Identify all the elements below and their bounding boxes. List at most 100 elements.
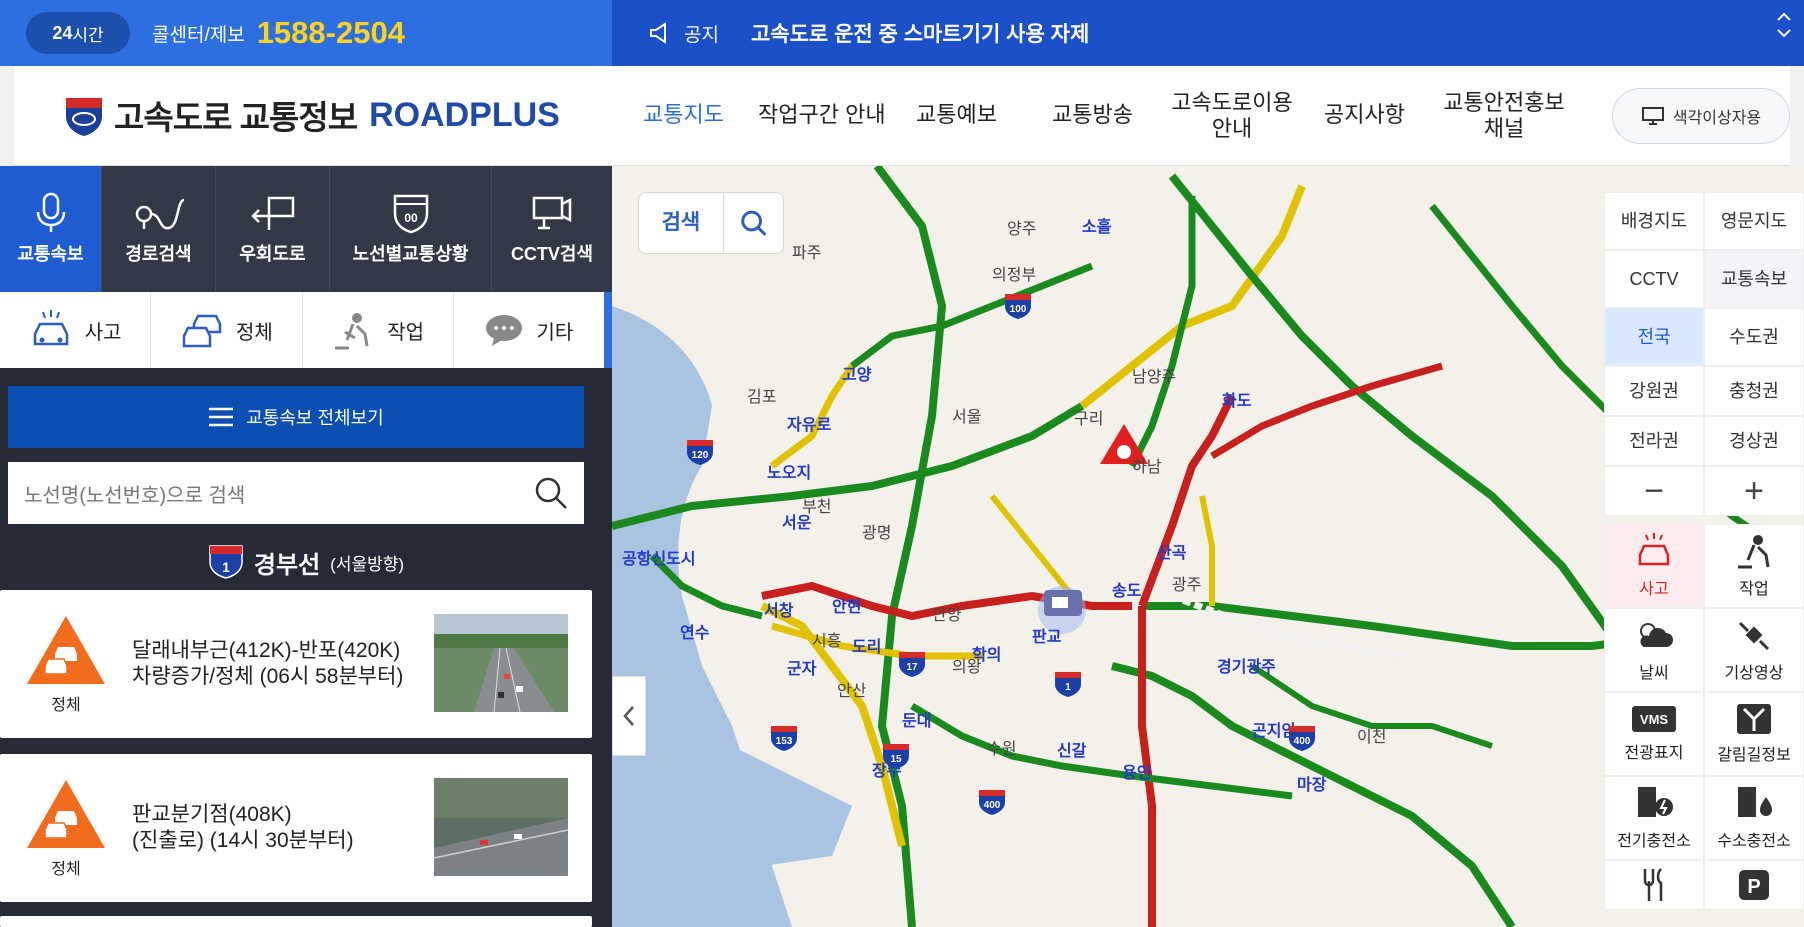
layer-label: 사고: [1639, 581, 1669, 598]
map-place-label: 신갈: [1057, 742, 1087, 760]
layer-label: 작업: [1739, 581, 1769, 598]
layer-label: 날씨: [1639, 665, 1669, 682]
chevron-down-icon[interactable]: [1776, 28, 1792, 40]
base-map-button[interactable]: 배경지도: [1604, 192, 1704, 250]
map-place-label: 판교: [1032, 628, 1062, 646]
highway-road: [1128, 196, 1196, 468]
incident-card-partial: [0, 916, 592, 927]
region-gangwon-button[interactable]: 강원권: [1604, 366, 1704, 416]
zoom-out-button[interactable]: −: [1604, 466, 1704, 516]
hamburger-icon: [209, 407, 234, 427]
svg-text:17: 17: [906, 662, 918, 673]
call-center-label: 콜센터/제보: [152, 24, 245, 46]
highway-road: [1199, 495, 1215, 606]
24h-badge: 24 시간: [26, 12, 130, 54]
zoom-in-button[interactable]: +: [1704, 466, 1804, 516]
cat-construction[interactable]: 작업: [303, 292, 454, 368]
notice-bar[interactable]: 공지 고속도로 운전 중 스마트기기 사용 자제: [612, 0, 1804, 66]
layer-junction-button[interactable]: 갈림길정보: [1704, 692, 1804, 776]
notice-text[interactable]: 고속도로 운전 중 스마트기기 사용 자제: [751, 18, 1089, 48]
traffic-news-layer-button[interactable]: 교통속보: [1704, 250, 1804, 308]
region-buttons: 배경지도 영문지도 CCTV 교통속보 전국 수도권 강원권 충청권 전라권 경…: [1604, 192, 1804, 516]
layer-vms-button[interactable]: VMS 전광표지: [1604, 692, 1704, 776]
svg-text:400: 400: [984, 800, 1001, 811]
ev-charger-icon: [1638, 787, 1673, 817]
cctv-layer-button[interactable]: CCTV: [1604, 250, 1704, 308]
layer-weather-button[interactable]: 날씨: [1604, 608, 1704, 692]
cat-accident[interactable]: 사고: [0, 292, 152, 368]
route-search-input[interactable]: 노선명(노선번호)으로 검색: [8, 462, 584, 524]
incident-card[interactable]: 정체 달래내부근(412K)-반포(420K) 차량증가/정체 (06시 58분부…: [0, 590, 592, 738]
24h-badge-unit: 시간: [72, 25, 104, 45]
layer-hydrogen-button[interactable]: 수소충전소: [1704, 776, 1804, 860]
map-place-label: 서울: [952, 408, 981, 426]
search-icon[interactable]: [534, 476, 568, 510]
map-place-label: 구리: [1074, 410, 1103, 428]
cat-congestion[interactable]: 정체: [151, 292, 303, 368]
car-crash-icon: [1638, 533, 1670, 566]
english-map-button[interactable]: 영문지도: [1704, 192, 1804, 250]
layer-label: 전광표지: [1624, 745, 1684, 762]
layer-weather-video-button[interactable]: 기상영상: [1704, 608, 1804, 692]
nav-safety-channel[interactable]: 교통안전홍보채널: [1434, 90, 1574, 142]
nav-traffic-map[interactable]: 교통지도: [643, 102, 724, 128]
region-gyeongsang-button[interactable]: 경상권: [1704, 416, 1804, 466]
layer-buttons: 사고 작업 날씨 기상영상 VMS 전광표지 갈림길정보 전기충전소 수소충전소 …: [1604, 524, 1804, 910]
view-all-button[interactable]: 교통속보 전체보기: [8, 386, 584, 448]
nav-highway-guide[interactable]: 고속도로이용안내: [1162, 90, 1302, 142]
nav-broadcast[interactable]: 교통방송: [1052, 102, 1133, 128]
chat-bubble-icon: [486, 315, 523, 346]
highway-road: [769, 364, 855, 469]
chevron-up-icon[interactable]: [1776, 10, 1792, 22]
tab-detour[interactable]: 우회도로: [216, 166, 330, 292]
map-place-label: 시흥: [812, 632, 841, 650]
map-place-label: 의정부: [992, 266, 1036, 284]
sidebar: 교통속보 경로검색 우회도로 00 노선별교통상황 CCTV검색 사고 정체 작…: [0, 166, 612, 927]
map-place-label: 광명: [862, 524, 891, 542]
incident-card[interactable]: 정체 판교분기점(408K) (진출로) (14시 30분부터): [0, 754, 592, 902]
tab-traffic-news[interactable]: 교통속보: [0, 166, 102, 292]
site-logo[interactable]: 고속도로 교통정보 ROADPLUS: [64, 91, 560, 139]
region-capital-button[interactable]: 수도권: [1704, 308, 1804, 366]
map-place-label: 마장: [1297, 776, 1327, 794]
collapse-sidebar-button[interactable]: [612, 676, 646, 756]
highway-road: [1210, 362, 1443, 460]
cctv-thumbnail[interactable]: [433, 778, 569, 876]
layer-rest-area-button[interactable]: [1604, 860, 1704, 910]
tab-label: 우회도로: [239, 244, 306, 264]
cat-label: 정체: [235, 321, 273, 344]
svg-text:15: 15: [890, 754, 902, 765]
route-shield: 153: [771, 726, 797, 751]
cat-other[interactable]: 기타: [454, 292, 604, 368]
tab-cctv[interactable]: CCTV검색: [492, 166, 612, 292]
nav-notices[interactable]: 공지사항: [1324, 102, 1405, 128]
tab-route-search[interactable]: 경로검색: [102, 166, 216, 292]
color-blind-button[interactable]: 색각이상자용: [1612, 88, 1790, 144]
layer-accident-button[interactable]: 사고: [1604, 524, 1704, 608]
region-chungcheong-button[interactable]: 충청권: [1704, 366, 1804, 416]
layer-parking-button[interactable]: P: [1704, 860, 1804, 910]
highway-photo-image: [433, 778, 569, 876]
congestion-cars-icon: [182, 314, 222, 348]
cctv-marker[interactable]: [1038, 586, 1086, 634]
tab-route-status[interactable]: 00 노선별교통상황: [330, 166, 492, 292]
map-control-panel: 배경지도 영문지도 CCTV 교통속보 전국 수도권 강원권 충청권 전라권 경…: [1604, 192, 1804, 910]
map-search-button[interactable]: 검색: [638, 192, 784, 254]
logo-brand: ROADPLUS: [369, 95, 560, 134]
route-shields: 100 120 17 1 153 15 400 400: [687, 294, 1315, 815]
cctv-thumbnail[interactable]: [434, 614, 568, 713]
call-center-phone[interactable]: 1588-2504: [257, 15, 405, 51]
map-place-label: 경기광주: [1217, 657, 1276, 676]
nav-forecast[interactable]: 교통예보: [916, 102, 997, 128]
construction-worker-icon: [335, 313, 369, 350]
layer-ev-charging-button[interactable]: 전기충전소: [1604, 776, 1704, 860]
route-shield: 1: [1055, 672, 1081, 697]
route-direction: (서울방향): [330, 554, 405, 574]
sidebar-tabs: 교통속보 경로검색 우회도로 00 노선별교통상황 CCTV검색: [0, 166, 612, 292]
map-place-label: 광주: [1172, 576, 1201, 594]
layer-construction-button[interactable]: 작업: [1704, 524, 1804, 608]
logo-text: 고속도로 교통정보: [114, 99, 358, 136]
nav-construction[interactable]: 작업구간 안내: [758, 102, 886, 128]
region-jeolla-button[interactable]: 전라권: [1604, 416, 1704, 466]
region-national-button[interactable]: 전국: [1604, 308, 1704, 366]
